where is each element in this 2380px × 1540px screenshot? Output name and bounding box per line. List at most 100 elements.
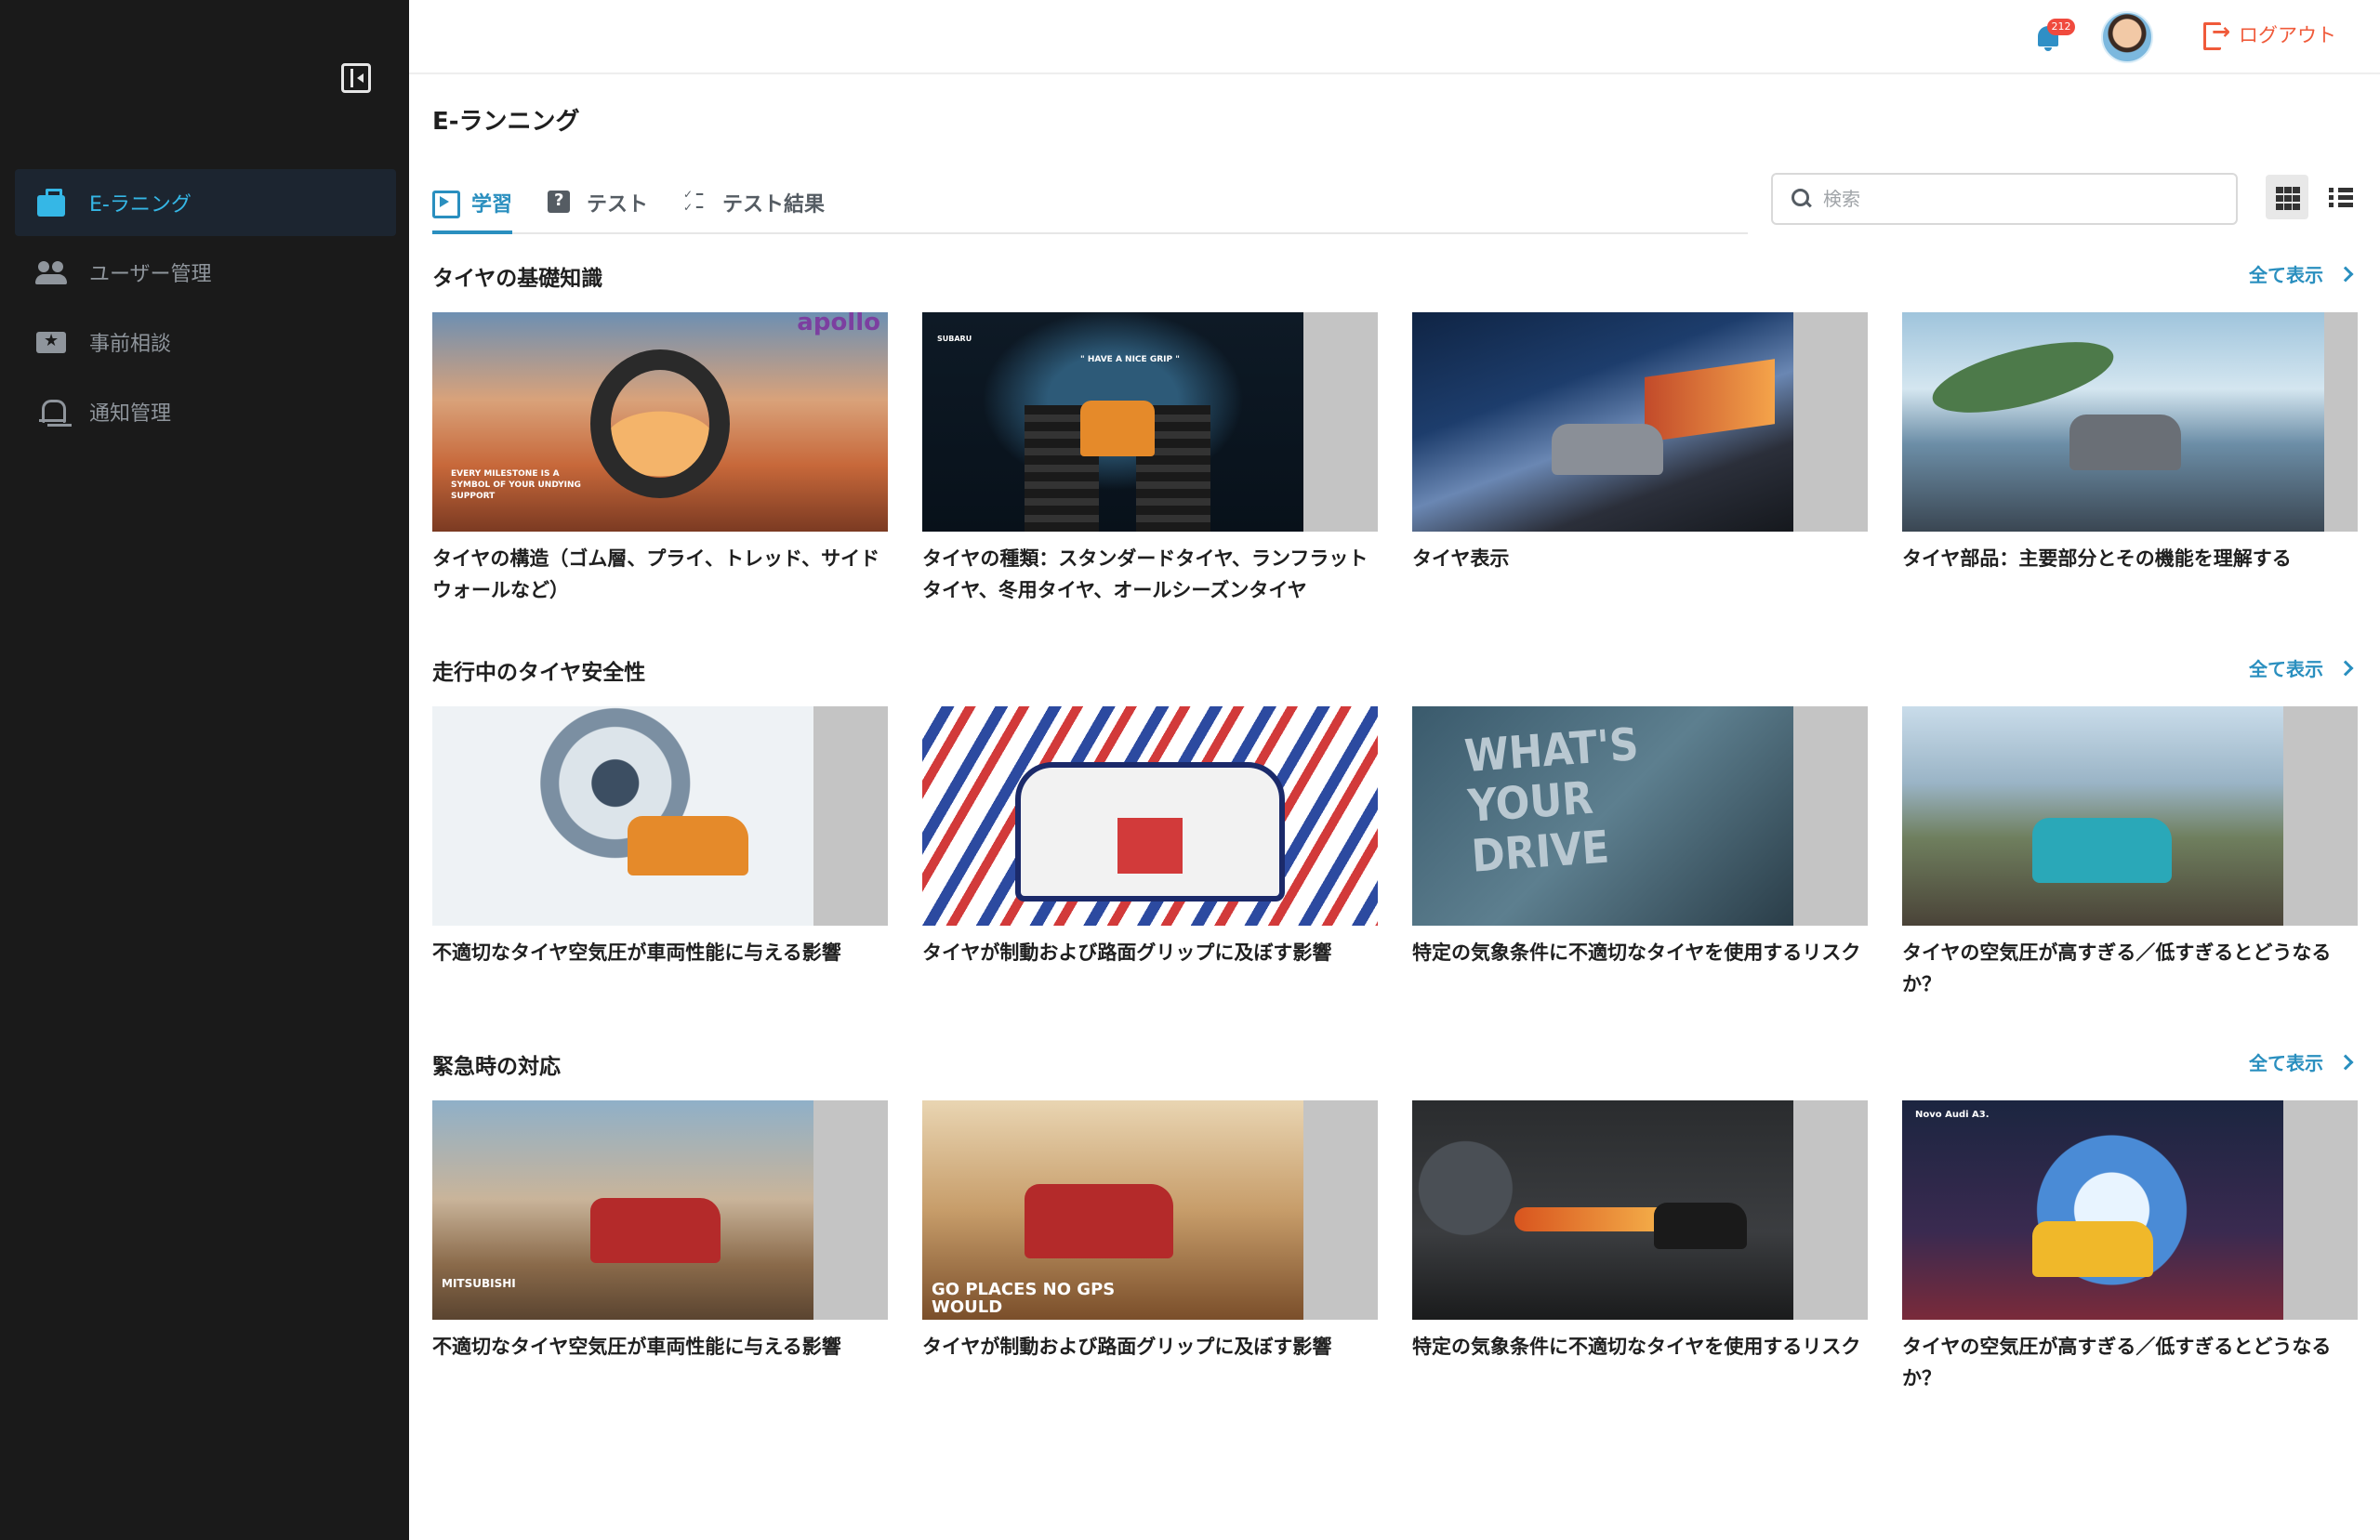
section-title: タイヤの基礎知識: [432, 267, 603, 291]
search-icon: [1792, 189, 1812, 209]
overlay-text: MITSUBISHI: [442, 1277, 516, 1290]
see-all-link[interactable]: 全て表示: [2249, 654, 2357, 681]
course-card[interactable]: GO PLACES NO GPS WOULD タイヤが制動および路面グリップに及…: [922, 1100, 1378, 1394]
section-emergency-response: 緊急時の対応 全て表示 MITSUBISHI 不適切なタイヤ空気圧が車両性能に与…: [432, 1048, 2358, 1389]
sidebar: E-ラニング ユーザー管理 事前相談 通知管理: [0, 0, 409, 1540]
list-view-button[interactable]: [2319, 175, 2361, 219]
overlay-text: WHAT'S YOUR DRIVE: [1462, 718, 1641, 883]
section-tire-basics: タイヤの基礎知識 全て表示 apollo EVERY MILESTONE IS …: [432, 260, 2358, 601]
course-card[interactable]: MITSUBISHI 不適切なタイヤ空気圧が車両性能に与える影響: [432, 1100, 888, 1394]
sidebar-item-notifications[interactable]: 通知管理: [15, 378, 396, 445]
course-title: 特定の気象条件に不適切なタイヤを使用するリスク: [1412, 1336, 1861, 1358]
course-card[interactable]: 特定の気象条件に不適切なタイヤを使用するリスク: [1412, 1100, 1868, 1394]
course-card[interactable]: タイヤが制動および路面グリップに及ぼす影響: [922, 706, 1378, 1000]
sidebar-item-label: 通知管理: [89, 402, 172, 426]
course-title: タイヤの種類：スタンダードタイヤ、ランフラットタイヤ、冬用タイヤ、オールシーズン…: [922, 547, 1368, 601]
course-thumbnail: [432, 706, 888, 926]
notification-count-badge: 212: [2047, 19, 2075, 35]
course-thumbnail: MITSUBISHI: [432, 1100, 888, 1320]
card-row: MITSUBISHI 不適切なタイヤ空気圧が車両性能に与える影響 GO PLAC…: [432, 1100, 2380, 1394]
sidebar-item-label: ユーザー管理: [89, 263, 212, 286]
course-title: 不適切なタイヤ空気圧が車両性能に与える影響: [432, 1336, 841, 1358]
tab-label: テスト: [587, 193, 649, 217]
overlay-text: GO PLACES NO GPS WOULD: [932, 1280, 1116, 1317]
tab-label: 学習: [471, 193, 513, 217]
chevron-right-icon: [2337, 1054, 2354, 1070]
brand-text: apollo: [797, 312, 880, 336]
grid-view-button[interactable]: [2266, 175, 2308, 219]
course-title: タイヤの構造（ゴム層、プライ、トレッド、サイドウォールなど）: [432, 547, 880, 601]
course-thumbnail: " HAVE A NICE GRIP " SUBARU: [922, 312, 1378, 532]
course-title: 特定の気象条件に不適切なタイヤを使用するリスク: [1412, 941, 1861, 964]
course-title: タイヤが制動および路面グリップに及ぼす影響: [922, 941, 1332, 964]
course-thumbnail: Novo Audi A3.: [1902, 1100, 2358, 1320]
briefcase-icon: [35, 187, 67, 218]
course-title: タイヤの空気圧が高すぎる／低すぎるとどうなるか？: [1902, 941, 2332, 995]
see-all-link[interactable]: 全て表示: [2249, 260, 2357, 287]
section-tire-safety-driving: 走行中のタイヤ安全性 全て表示 不適切なタイヤ空気圧が車両性能に与える影響 タイ…: [432, 654, 2358, 995]
collapse-sidebar-icon[interactable]: [341, 63, 371, 93]
course-card[interactable]: " HAVE A NICE GRIP " SUBARU タイヤの種類：スタンダー…: [922, 312, 1378, 606]
course-card[interactable]: タイヤ部品：主要部分とその機能を理解する: [1902, 312, 2358, 606]
course-card[interactable]: apollo EVERY MILESTONE IS A SYMBOL OF YO…: [432, 312, 888, 606]
course-card[interactable]: WHAT'S YOUR DRIVE 特定の気象条件に不適切なタイヤを使用するリス…: [1412, 706, 1868, 1000]
users-icon: [35, 257, 67, 288]
play-square-icon: [432, 191, 460, 218]
course-thumbnail: GO PLACES NO GPS WOULD: [922, 1100, 1378, 1320]
course-card[interactable]: タイヤの空気圧が高すぎる／低すぎるとどうなるか？: [1902, 706, 2358, 1000]
checklist-icon: [683, 188, 707, 215]
see-all-label: 全て表示: [2249, 1052, 2323, 1074]
bell-icon: [35, 396, 67, 428]
sidebar-nav: E-ラニング ユーザー管理 事前相談 通知管理: [15, 169, 396, 448]
course-thumbnail: apollo EVERY MILESTONE IS A SYMBOL OF YO…: [432, 312, 888, 532]
section-header: 走行中のタイヤ安全性 全て表示: [432, 654, 2357, 691]
section-title: 走行中のタイヤ安全性: [432, 661, 646, 685]
course-title: タイヤ表示: [1412, 547, 1510, 570]
course-title: 不適切なタイヤ空気圧が車両性能に与える影響: [432, 941, 841, 964]
sidebar-item-e-learning[interactable]: E-ラニング: [15, 169, 396, 236]
logout-label: ログアウト: [2239, 24, 2336, 46]
search-input[interactable]: [1823, 188, 2232, 210]
course-title: タイヤ部品：主要部分とその機能を理解する: [1902, 547, 2292, 570]
overlay-text: " HAVE A NICE GRIP ": [1080, 355, 1180, 364]
chevron-right-icon: [2337, 660, 2354, 676]
sidebar-item-user-management[interactable]: ユーザー管理: [15, 239, 396, 306]
sidebar-item-consultation[interactable]: 事前相談: [15, 309, 396, 375]
search-box: [1771, 173, 2238, 225]
course-card[interactable]: 不適切なタイヤ空気圧が車両性能に与える影響: [432, 706, 888, 1000]
see-all-label: 全て表示: [2249, 658, 2323, 680]
top-bar: 212 ログアウト: [409, 0, 2380, 74]
overlay-text: EVERY MILESTONE IS A SYMBOL OF YOUR UNDY…: [451, 469, 581, 501]
ticket-star-icon: [35, 326, 67, 358]
course-thumbnail: [1412, 1100, 1868, 1320]
overlay-text: Novo Audi A3.: [1915, 1110, 1990, 1120]
course-card[interactable]: Novo Audi A3. タイヤの空気圧が高すぎる／低すぎるとどうなるか？: [1902, 1100, 2358, 1394]
course-title: タイヤの空気圧が高すぎる／低すぎるとどうなるか？: [1902, 1336, 2332, 1389]
course-thumbnail: [1902, 706, 2358, 926]
course-card[interactable]: タイヤ表示: [1412, 312, 1868, 606]
course-title: タイヤが制動および路面グリップに及ぼす影響: [922, 1336, 1332, 1358]
see-all-link[interactable]: 全て表示: [2249, 1048, 2357, 1075]
course-thumbnail: [922, 706, 1378, 926]
card-row: apollo EVERY MILESTONE IS A SYMBOL OF YO…: [432, 312, 2380, 606]
page-title: E-ランニング: [432, 108, 580, 136]
logout-icon: [2203, 19, 2230, 50]
course-thumbnail: [1412, 312, 1868, 532]
tab-bar: 学習 テスト テスト結果: [432, 173, 1748, 234]
section-header: タイヤの基礎知識 全て表示: [432, 260, 2357, 297]
section-header: 緊急時の対応 全て表示: [432, 1048, 2357, 1086]
tab-learning[interactable]: 学習: [432, 173, 513, 234]
quiz-icon: [548, 191, 572, 215]
avatar[interactable]: [2101, 11, 2153, 63]
section-title: 緊急時の対応: [432, 1055, 561, 1079]
logout-button[interactable]: ログアウト: [2203, 19, 2336, 50]
chevron-right-icon: [2337, 266, 2354, 282]
course-thumbnail: WHAT'S YOUR DRIVE: [1412, 706, 1868, 926]
tab-label: テスト結果: [722, 193, 826, 217]
card-row: 不適切なタイヤ空気圧が車両性能に与える影響 タイヤが制動および路面グリップに及ぼ…: [432, 706, 2380, 1000]
tab-test-results[interactable]: テスト結果: [683, 173, 825, 232]
sidebar-item-label: E-ラニング: [89, 193, 192, 217]
tab-test[interactable]: テスト: [548, 173, 648, 232]
see-all-label: 全て表示: [2249, 264, 2323, 286]
sidebar-item-label: 事前相談: [89, 333, 172, 356]
